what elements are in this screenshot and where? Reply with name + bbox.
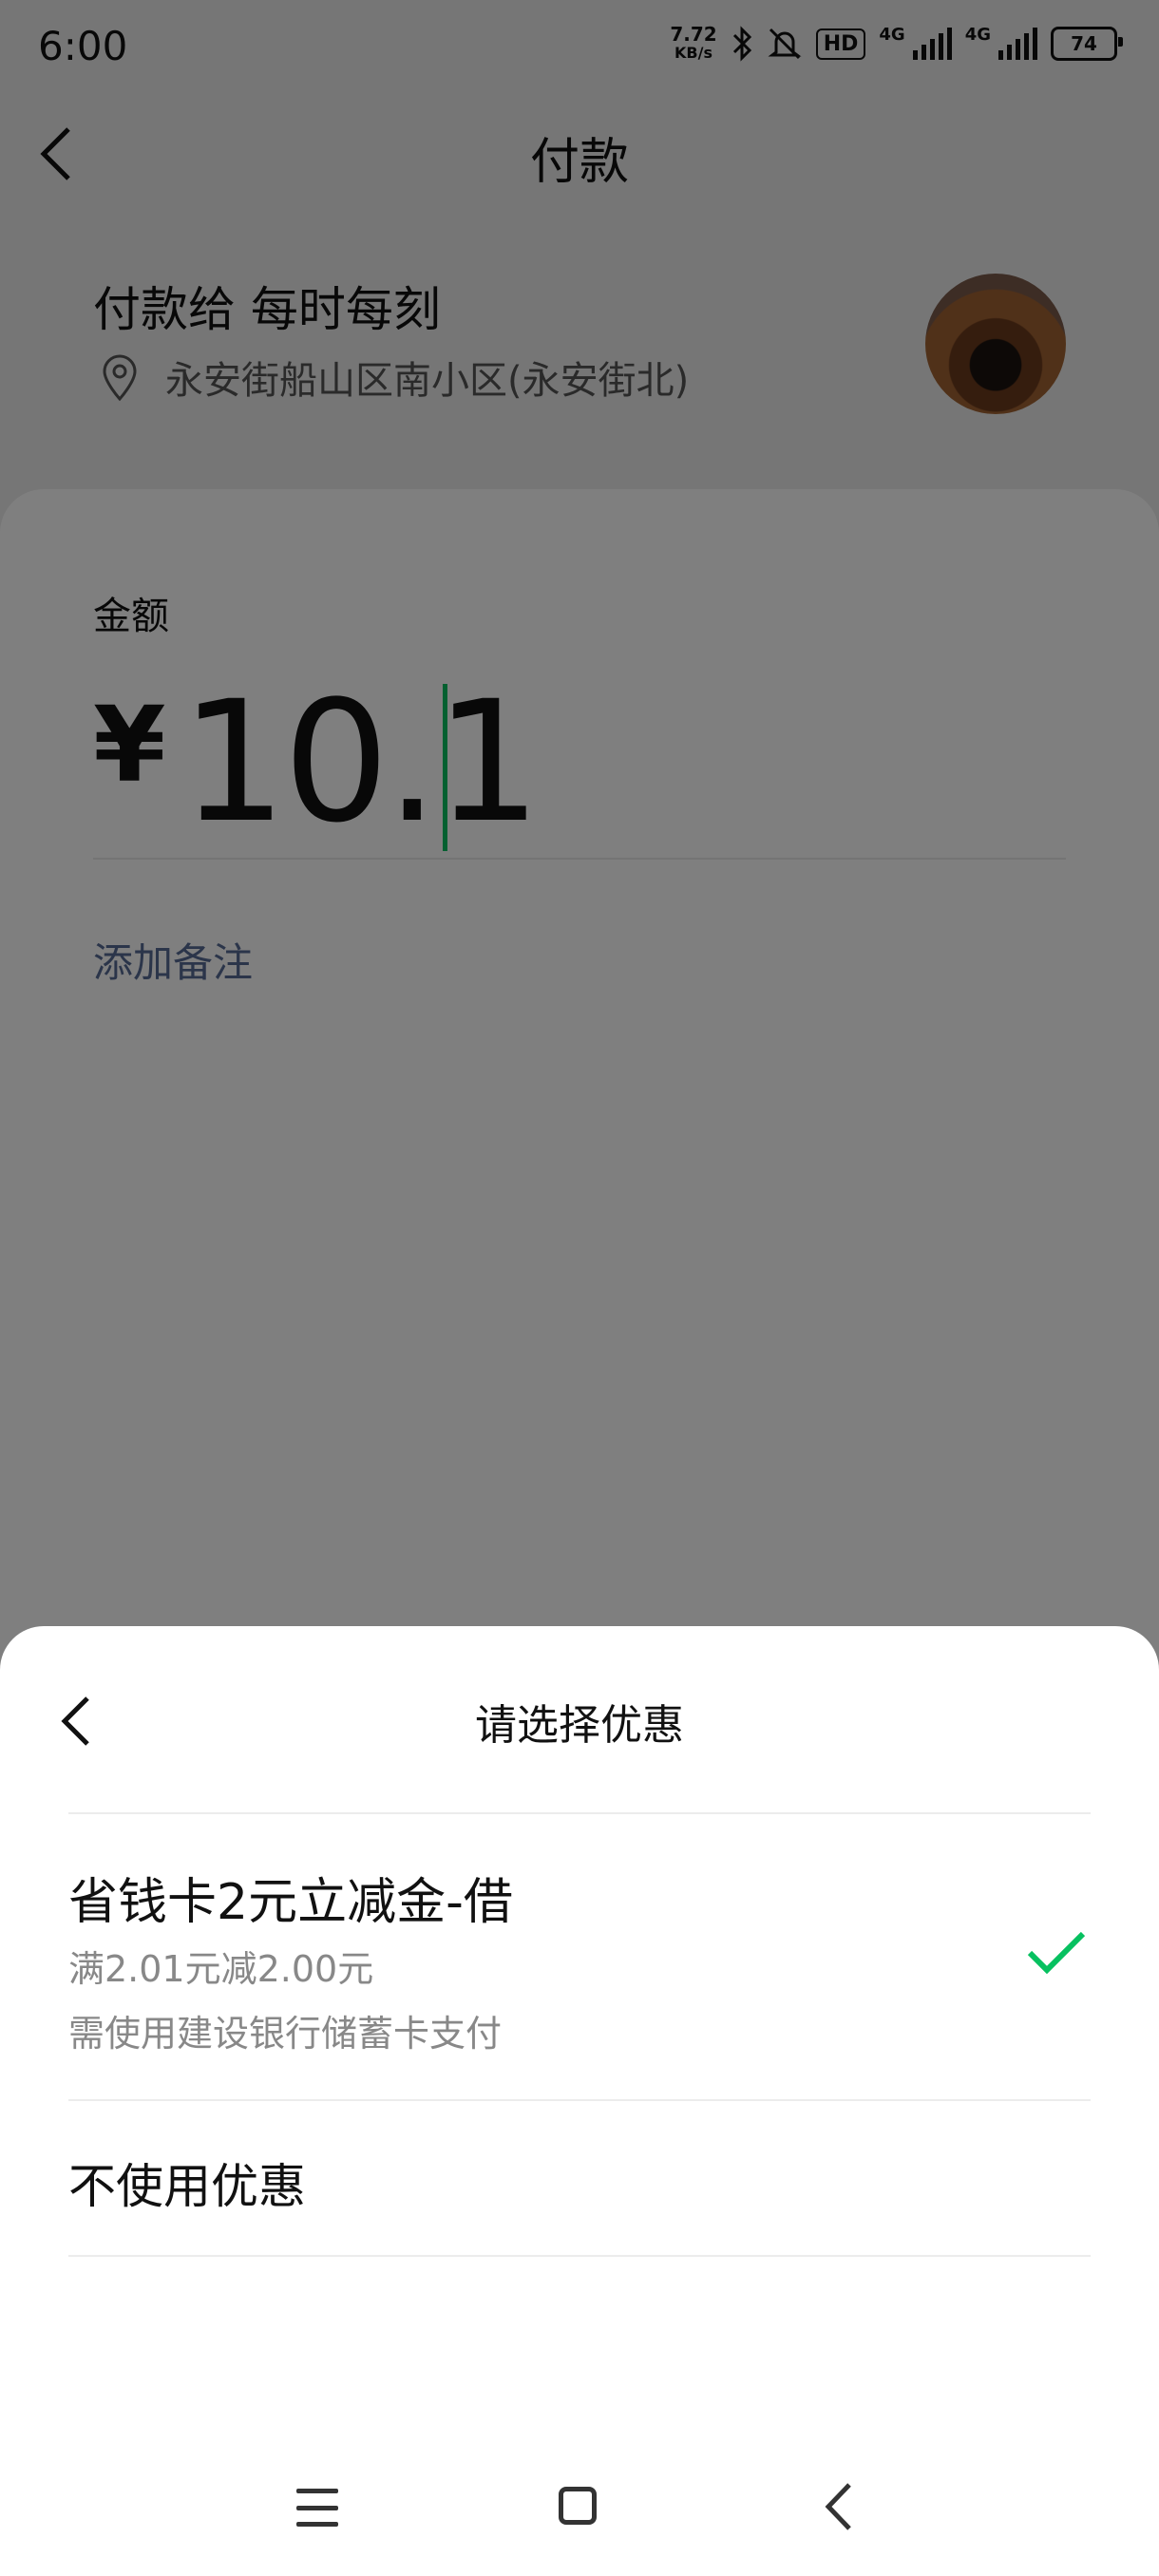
coupon-condition: 满2.01元减2.00元 [68, 1948, 374, 1990]
menu-icon[interactable] [296, 2489, 338, 2527]
divider [68, 2255, 1091, 2257]
coupon-note: 需使用建设银行储蓄卡支付 [68, 2013, 503, 2055]
check-icon [1027, 1931, 1086, 1975]
coupon-title: 省钱卡2元立减金-借 [68, 1874, 513, 1931]
back-nav-icon[interactable] [825, 2481, 853, 2532]
sheet-title: 请选择优惠 [475, 1701, 684, 1750]
no-discount-label: 不使用优惠 [68, 2159, 306, 2214]
home-icon[interactable] [559, 2487, 597, 2525]
